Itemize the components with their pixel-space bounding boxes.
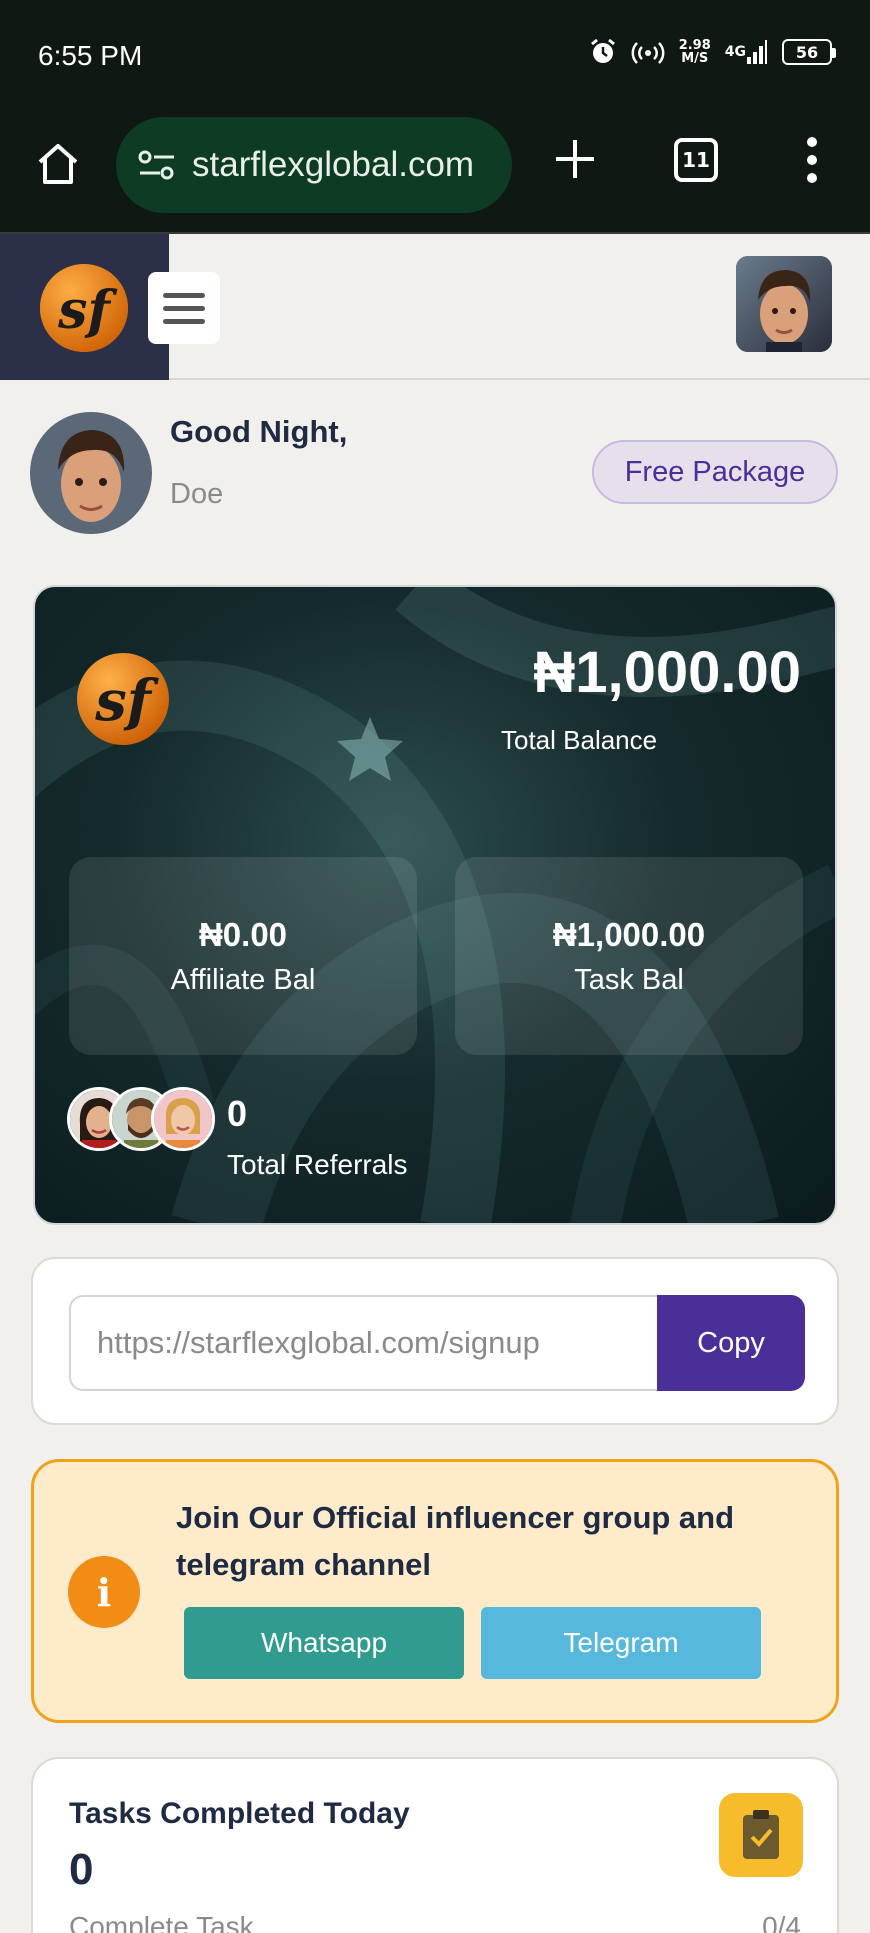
battery-level: 56	[795, 42, 819, 62]
user-name: Doe	[170, 478, 224, 510]
affiliate-balance-box: ₦0.00 Affiliate Bal	[69, 857, 417, 1055]
referral-link-input[interactable]: https://starflexglobal.com/signup	[69, 1295, 661, 1391]
home-icon[interactable]	[34, 140, 82, 188]
clipboard-icon	[719, 1793, 803, 1877]
tasks-count: 0	[69, 1845, 94, 1894]
info-icon: i	[68, 1556, 140, 1628]
menu-bar	[163, 292, 205, 298]
tasks-subtitle: Complete Task	[69, 1911, 254, 1933]
site-settings-icon[interactable]	[136, 147, 178, 183]
status-icons: 2.98 M/S 4G 56	[589, 38, 836, 66]
address-bar[interactable]: starflexglobal.com	[116, 117, 512, 213]
tasks-title: Tasks Completed Today	[69, 1797, 410, 1830]
more-icon[interactable]	[800, 132, 824, 188]
referrals-count: 0	[227, 1093, 248, 1134]
affiliate-balance-value: ₦0.00	[198, 915, 288, 953]
tabs-icon[interactable]: 11	[674, 138, 718, 182]
browser-toolbar: starflexglobal.com 11	[0, 112, 870, 232]
referral-avatar	[151, 1087, 215, 1151]
status-bar: 6:55 PM 2.98 M/S 4G 56	[0, 0, 870, 112]
network-type: 4G	[724, 44, 746, 60]
hotspot-icon	[631, 38, 665, 66]
card-logo-text: sf	[94, 668, 160, 734]
new-tab-icon[interactable]	[552, 136, 598, 182]
alarm-icon	[589, 38, 617, 66]
avatar[interactable]	[736, 256, 832, 352]
menu-button[interactable]	[148, 272, 220, 344]
affiliate-balance-label: Affiliate Bal	[170, 963, 316, 996]
community-title: Join Our Official influencer group and t…	[176, 1500, 735, 1582]
brand-logo[interactable]: sf	[38, 262, 130, 354]
speed-unit: M/S	[681, 51, 709, 66]
whatsapp-button[interactable]: Whatsapp	[184, 1607, 464, 1679]
greeting-title: Good Night,	[170, 414, 348, 449]
package-badge[interactable]: Free Package	[592, 440, 838, 504]
balance-card: sf ₦1,000.00 Total Balance ₦0.00 Affilia…	[33, 585, 837, 1225]
referral-link-card: https://starflexglobal.com/signup Copy	[31, 1257, 839, 1425]
status-time: 6:55 PM	[38, 40, 143, 71]
telegram-button[interactable]: Telegram	[481, 1607, 761, 1679]
task-balance-box: ₦1,000.00 Task Bal	[455, 857, 803, 1055]
signal-icon: 4G	[725, 39, 768, 65]
tasks-card: Tasks Completed Today 0 Complete Task 0/…	[31, 1757, 839, 1933]
tasks-ratio: 0/4	[762, 1911, 801, 1933]
logo-text: sf	[57, 280, 117, 341]
total-balance-value: ₦1,000.00	[533, 640, 801, 705]
menu-bar	[163, 305, 205, 311]
referral-avatars	[67, 1087, 217, 1153]
task-balance-value: ₦1,000.00	[552, 915, 706, 953]
referrals-label: Total Referrals	[227, 1149, 408, 1180]
card-brand-logo: sf	[77, 653, 169, 745]
task-balance-label: Task Bal	[574, 963, 684, 996]
menu-bar	[163, 318, 205, 324]
battery-icon: 56	[782, 39, 836, 65]
community-card: i Join Our Official influencer group and…	[31, 1459, 839, 1723]
site-header: sf	[0, 232, 870, 380]
logo-area[interactable]: sf	[0, 234, 169, 380]
network-speed: 2.98 M/S	[679, 39, 711, 65]
total-balance-label: Total Balance	[501, 725, 658, 755]
copy-button[interactable]: Copy	[657, 1295, 805, 1391]
user-avatar	[30, 412, 152, 534]
tab-count: 11	[682, 148, 710, 172]
url-text: starflexglobal.com	[192, 145, 475, 184]
